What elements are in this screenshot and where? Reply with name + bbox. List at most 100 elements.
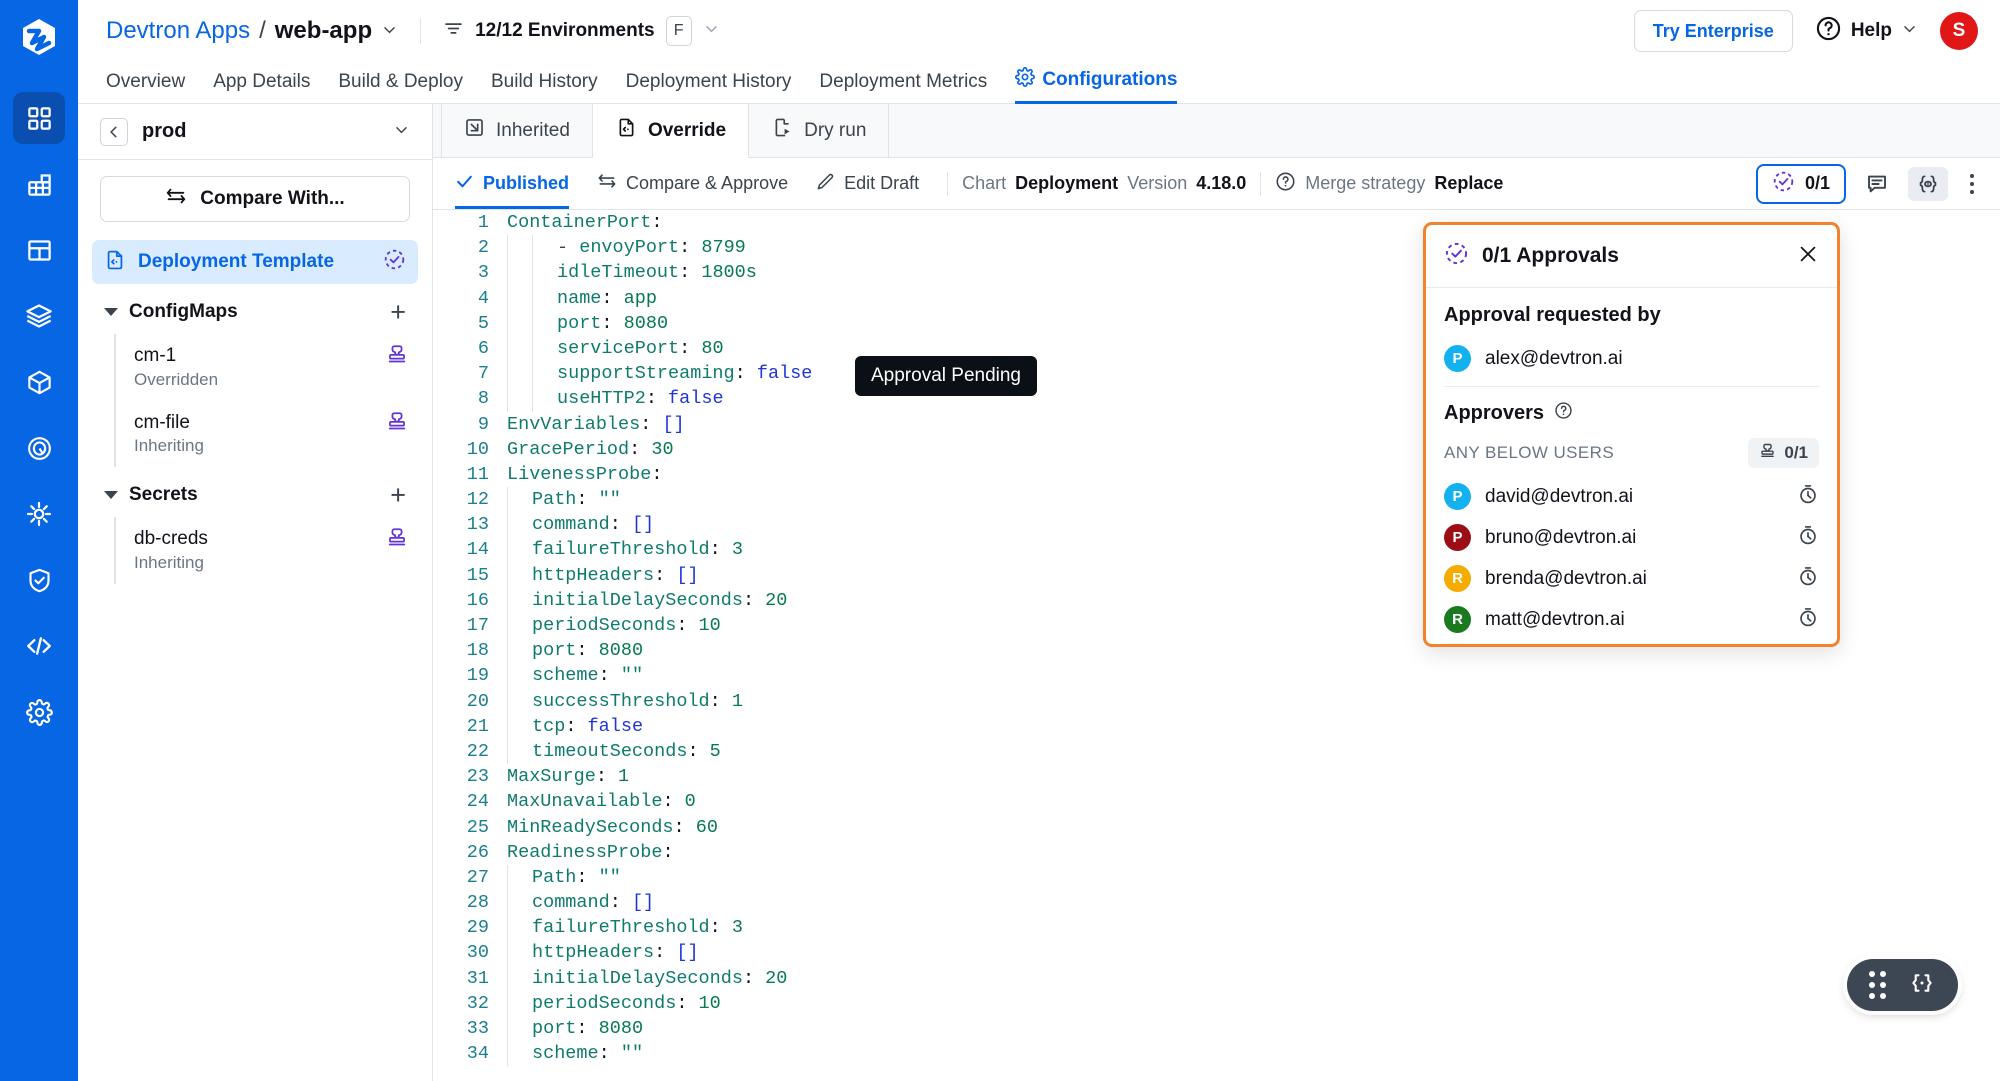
- code-text: Path: "": [532, 489, 621, 511]
- code-text: command: []: [532, 892, 655, 914]
- list-item[interactable]: cm-file Inheriting: [134, 401, 418, 468]
- published-button[interactable]: Published: [455, 158, 583, 209]
- line-number: 10: [466, 438, 489, 460]
- sidebar-item-software-distribution[interactable]: [13, 356, 65, 408]
- code-line: 31 initialDelaySeconds: 20: [433, 965, 2000, 991]
- indent-guide: [532, 285, 557, 311]
- filter-icon: [443, 18, 464, 45]
- indent-guide: [507, 1041, 532, 1067]
- info-icon[interactable]: [1554, 401, 1573, 425]
- app-switcher-chevron-down-icon[interactable]: [381, 17, 398, 45]
- approver-count-value: 0/1: [1784, 443, 1808, 462]
- code-text: Path: "": [532, 866, 621, 888]
- list-item[interactable]: cm-1 Overridden: [134, 334, 418, 401]
- tab-deployment-metrics-label: Deployment Metrics: [819, 71, 988, 92]
- list-item[interactable]: db-creds Inheriting: [134, 517, 418, 584]
- indent-guides: [507, 1041, 532, 1067]
- tab-build-and-deploy[interactable]: Build & Deploy: [338, 71, 463, 103]
- sidebar-item-clusters[interactable]: [13, 488, 65, 540]
- sidebar-item-deployment-groups[interactable]: [13, 422, 65, 474]
- more-options-icon[interactable]: [1962, 173, 1982, 194]
- configmaps-children: cm-1 Overridden cm-file Inheriting: [114, 334, 418, 468]
- indent-guide: [532, 335, 557, 362]
- indent-guide: [507, 361, 532, 387]
- tab-overview[interactable]: Overview: [106, 71, 185, 103]
- comments-icon[interactable]: [1860, 167, 1894, 201]
- edit-draft-button[interactable]: Edit Draft: [802, 158, 933, 209]
- caret-down-icon[interactable]: [104, 308, 118, 316]
- close-icon[interactable]: [1797, 243, 1819, 270]
- sidebar-item-chart-store[interactable]: [13, 290, 65, 342]
- sidebar-item-resource-browser[interactable]: [13, 224, 65, 276]
- sidebar-item-jobs[interactable]: [13, 158, 65, 210]
- tab-configurations[interactable]: Configurations: [1015, 67, 1178, 104]
- tab-dry-run[interactable]: Dry run: [749, 104, 890, 157]
- line-number: 34: [466, 1043, 489, 1065]
- json-braces-icon[interactable]: [1908, 969, 1936, 1002]
- tab-configurations-label: Configurations: [1042, 69, 1178, 90]
- secret-name: db-creds: [134, 528, 208, 550]
- environment-filter-chevron-down-icon[interactable]: [703, 20, 720, 43]
- tab-app-details[interactable]: App Details: [213, 71, 310, 103]
- breadcrumb-root-link[interactable]: Devtron Apps: [106, 17, 250, 45]
- help-menu[interactable]: Help: [1815, 15, 1918, 47]
- sidebar-item-security[interactable]: [13, 554, 65, 606]
- chart-label: Chart: [962, 173, 1007, 193]
- pending-clock-icon: [1797, 606, 1819, 633]
- tab-deployment-history[interactable]: Deployment History: [626, 71, 792, 103]
- user-avatar[interactable]: S: [1940, 12, 1978, 50]
- caret-down-icon[interactable]: [104, 491, 118, 500]
- tab-deployment-metrics[interactable]: Deployment Metrics: [819, 71, 987, 103]
- try-enterprise-button[interactable]: Try Enterprise: [1633, 10, 1793, 52]
- devtron-logo-icon[interactable]: [16, 14, 62, 60]
- group-secrets[interactable]: Secrets +: [92, 473, 418, 517]
- indent-guides: [507, 260, 557, 286]
- compare-with-label: Compare With...: [200, 188, 345, 209]
- stamp-icon[interactable]: [386, 343, 408, 370]
- tab-build-history[interactable]: Build History: [491, 71, 598, 103]
- tab-override[interactable]: Override: [592, 104, 750, 158]
- indent-guide: [507, 713, 532, 739]
- tab-inherited-label: Inherited: [496, 119, 570, 141]
- show-variables-icon[interactable]: [1908, 166, 1948, 201]
- code-text: supportStreaming: false: [557, 363, 813, 385]
- indent-guides: [507, 537, 532, 563]
- help-chevron-down-icon[interactable]: [1901, 20, 1918, 42]
- pending-clock-icon: [1797, 483, 1819, 510]
- code-line: 23 MaxSurge: 1: [433, 764, 2000, 789]
- line-number: 18: [466, 640, 489, 662]
- compare-approve-button[interactable]: Compare & Approve: [583, 158, 802, 209]
- approvals-button[interactable]: 0/1: [1755, 163, 1846, 204]
- approval-pending-icon[interactable]: [383, 248, 406, 276]
- back-button[interactable]: [100, 117, 128, 146]
- config-sidebar-header: prod: [78, 104, 432, 160]
- requester-email: alex@devtron.ai: [1485, 347, 1623, 369]
- any-below-users-label: ANY BELOW USERS: [1444, 443, 1615, 462]
- floating-tools-button[interactable]: [1847, 959, 1958, 1011]
- configmap-name: cm-file: [134, 411, 190, 433]
- tab-inherited[interactable]: Inherited: [441, 104, 593, 157]
- approvals-count: 0/1: [1804, 173, 1830, 193]
- approvers-label: Approvers: [1444, 401, 1545, 424]
- code-text: MaxSurge: 1: [507, 766, 630, 788]
- app-root: Devtron Apps / web-app 12/12 Environment…: [0, 0, 2000, 1081]
- environment-filter[interactable]: 12/12 Environments F: [443, 16, 720, 46]
- sidebar-item-code[interactable]: [13, 620, 65, 672]
- sidebar-item-deployment-template[interactable]: Deployment Template: [92, 240, 418, 284]
- info-icon: [1275, 171, 1296, 197]
- stamp-icon[interactable]: [386, 526, 408, 553]
- stamp-icon[interactable]: [386, 410, 408, 437]
- environment-selector-chevron-down-icon[interactable]: [393, 121, 410, 143]
- merge-strategy-meta[interactable]: Merge strategy Replace: [1275, 171, 1503, 197]
- compare-with-button[interactable]: Compare With...: [100, 176, 410, 222]
- tab-dry-run-label: Dry run: [804, 119, 867, 141]
- merge-strategy-value: Replace: [1434, 173, 1504, 193]
- code-line: 26 ReadinessProbe:: [433, 840, 2000, 865]
- add-configmap-button[interactable]: +: [390, 298, 406, 326]
- drag-handle-icon[interactable]: [1869, 971, 1886, 999]
- group-configmaps[interactable]: ConfigMaps +: [92, 290, 418, 334]
- sidebar-item-global-configurations[interactable]: [13, 686, 65, 738]
- sidebar-item-applications[interactable]: [13, 92, 65, 144]
- add-secret-button[interactable]: +: [390, 481, 406, 509]
- tab-build-and-deploy-label: Build & Deploy: [338, 71, 463, 92]
